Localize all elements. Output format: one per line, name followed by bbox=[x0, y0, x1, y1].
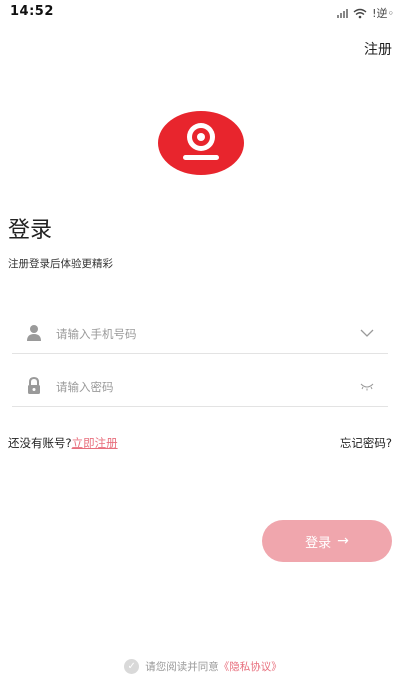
status-bar: 14:52 !逆◦ bbox=[0, 0, 406, 24]
no-account-label: 还没有账号? bbox=[8, 436, 72, 450]
signal-icon bbox=[337, 8, 349, 18]
chevron-down-icon[interactable] bbox=[360, 327, 374, 339]
forgot-password-link[interactable]: 忘记密码? bbox=[340, 435, 392, 451]
agreement-row: ✓ 请您阅读并同意《隐私协议》 bbox=[0, 659, 406, 674]
status-icons: !逆◦ bbox=[337, 5, 394, 21]
register-now-link[interactable]: 立即注册 bbox=[72, 436, 118, 450]
privacy-policy-link[interactable]: 《隐私协议》 bbox=[219, 661, 282, 673]
page-title: 登录 bbox=[8, 218, 53, 243]
login-button[interactable]: 登录 → bbox=[262, 520, 392, 562]
check-icon[interactable]: ✓ bbox=[124, 659, 140, 674]
password-input[interactable] bbox=[56, 375, 346, 399]
eye-closed-icon[interactable] bbox=[360, 380, 374, 392]
status-extra: !逆◦ bbox=[372, 7, 394, 20]
login-button-label: 登录 bbox=[305, 535, 332, 551]
agreement-text: 请您阅读并同意 bbox=[145, 661, 219, 673]
user-icon bbox=[27, 325, 41, 341]
lock-icon bbox=[28, 377, 40, 394]
password-field bbox=[12, 367, 388, 407]
wifi-icon bbox=[353, 8, 367, 18]
status-time: 14:52 bbox=[10, 4, 54, 19]
page-subtitle: 注册登录后体验更精彩 bbox=[8, 258, 113, 270]
links-row: 还没有账号?立即注册 忘记密码? bbox=[8, 435, 392, 453]
logo-icon bbox=[158, 111, 244, 175]
phone-field bbox=[12, 314, 388, 354]
top-register-link[interactable]: 注册 bbox=[364, 39, 392, 59]
login-page: 14:52 !逆◦ 注册 登录 注册登录后体验更精彩 请输入手机号码 还没有账号… bbox=[0, 0, 406, 677]
no-account-text: 还没有账号?立即注册 bbox=[8, 435, 118, 451]
phone-input[interactable] bbox=[56, 322, 346, 346]
arrow-right-icon: → bbox=[337, 533, 349, 549]
